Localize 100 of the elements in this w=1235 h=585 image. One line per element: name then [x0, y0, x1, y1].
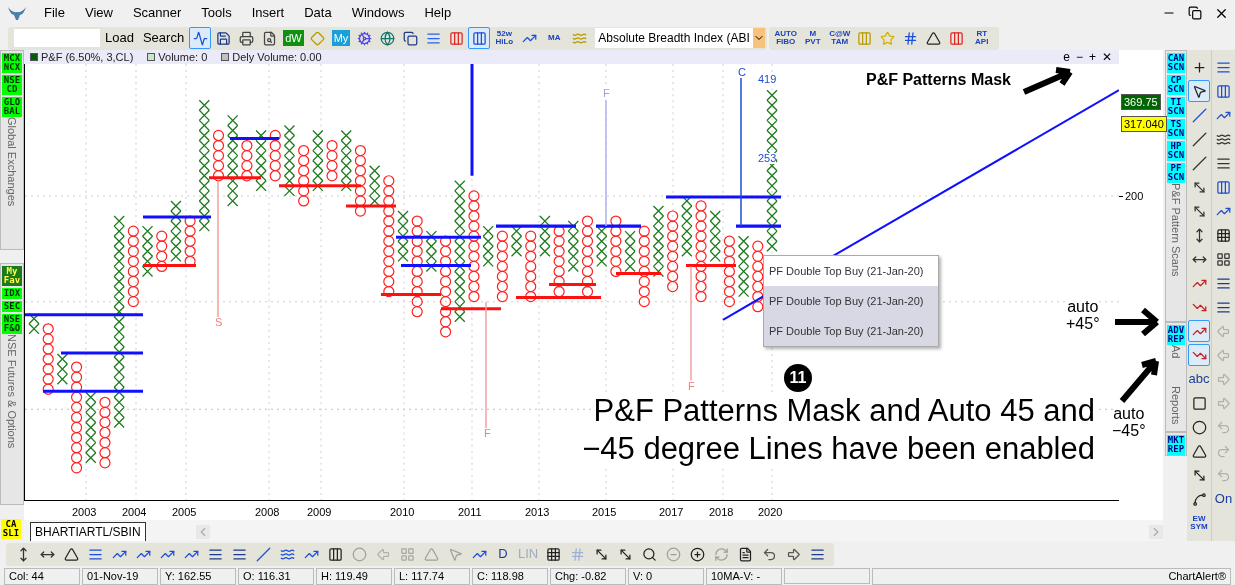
menu-item[interactable]: Data: [294, 3, 342, 23]
year-label: 2010: [390, 505, 415, 520]
scan-badge[interactable]: HP SCN: [1167, 141, 1185, 161]
tool-button[interactable]: EW SYM: [1186, 512, 1212, 534]
scan-badge[interactable]: TI SCN: [1167, 97, 1185, 117]
exchange-badge[interactable]: MCX NCX: [2, 53, 22, 73]
indicator-select[interactable]: Absolute Breadth Index (ABI: [595, 28, 765, 48]
legend-label: Dely Volume: 0.00: [232, 51, 322, 63]
exchange-badge[interactable]: IDX: [2, 288, 22, 299]
legend-label: P&F (6.50%, 3,CL): [41, 51, 134, 63]
bars-icon: [949, 30, 965, 46]
toolbar-button[interactable]: Search: [138, 28, 189, 48]
chart-mark: C: [738, 67, 746, 78]
gears-icon: [356, 30, 372, 46]
toolbar-button[interactable]: Load: [101, 28, 138, 48]
scan-badge[interactable]: CP SCN: [1167, 75, 1185, 95]
annotation-label: auto: [1067, 298, 1099, 315]
scan-badge[interactable]: TS SCN: [1167, 119, 1185, 139]
menu-item[interactable]: File: [34, 3, 75, 23]
chart-control[interactable]: e: [1062, 51, 1071, 63]
year-label: 2017: [659, 505, 684, 520]
dropdown-icon: [752, 28, 765, 48]
tool-button[interactable]: [1188, 80, 1210, 102]
symbol-field[interactable]: [14, 29, 100, 47]
chart-mark: F: [688, 381, 695, 392]
menu-item[interactable]: Help: [414, 3, 462, 23]
menu-item[interactable]: Insert: [241, 3, 295, 23]
panel-caption: Ad: [1169, 345, 1184, 359]
chart-control[interactable]: +: [1088, 51, 1097, 63]
scan-badge[interactable]: ADV REP: [1167, 325, 1185, 345]
caption-text: −45 degree Lines have been enabled: [582, 430, 1095, 468]
columns-icon: [1216, 83, 1231, 99]
popup-item[interactable]: PF Double Top Buy (21-Jan-20): [764, 286, 938, 316]
line-icon: [1191, 107, 1207, 123]
chart-control[interactable]: −: [1074, 51, 1084, 63]
arrow-icon: [593, 546, 609, 562]
back-arrow-icon: [761, 546, 777, 562]
price-badge: 369.75: [1121, 94, 1161, 110]
grid-icon: [1216, 251, 1231, 267]
exchange-badge[interactable]: CA SLI: [1, 519, 21, 539]
year-label: 2004: [122, 505, 147, 520]
chart-mark: 253: [758, 153, 777, 164]
tool-button[interactable]: AUTO FIBO: [772, 27, 799, 49]
diamond-icon: [310, 30, 326, 46]
tool-button[interactable]: 52w HiLo: [491, 27, 518, 49]
scan-badge[interactable]: CAN SCN: [1167, 53, 1185, 73]
scan-badge[interactable]: MKT REP: [1167, 435, 1185, 455]
status-field: H: 119.49: [316, 567, 392, 585]
exchange-badge[interactable]: SEC: [2, 301, 22, 312]
chart-mark: S: [215, 317, 223, 328]
menu-item[interactable]: Windows: [341, 3, 415, 23]
status-field: L: 117.74: [394, 567, 470, 585]
zoom-icon: [641, 546, 657, 562]
axis-label: 200: [1125, 189, 1144, 204]
tool-button[interactable]: abc: [1186, 368, 1212, 390]
hatch-icon: [569, 546, 585, 562]
menu-item[interactable]: Tools: [191, 3, 242, 23]
caption-text: P&F Patterns Mask and Auto 45 and: [593, 392, 1095, 430]
shift-arrow-icon: [1216, 443, 1231, 459]
line-icon: [255, 546, 271, 562]
chart-tab[interactable]: BHARTIARTL/SBIN: [30, 522, 146, 541]
menu-item[interactable]: View: [74, 3, 123, 23]
year-label: 2018: [709, 505, 734, 520]
year-label: 2009: [307, 505, 332, 520]
tool-button[interactable]: D: [492, 543, 514, 565]
tool-button[interactable]: MA: [541, 27, 568, 49]
menu-item[interactable]: Scanner: [122, 3, 192, 23]
legend-label: Volume: 0: [158, 51, 208, 63]
popup-item[interactable]: PF Double Top Buy (21-Jan-20): [764, 256, 938, 286]
restore-icon[interactable]: [1188, 6, 1202, 20]
panel-caption: NSE Futures & Options: [5, 334, 20, 449]
bars-icon: [471, 30, 487, 46]
tool-button[interactable]: RT API: [968, 27, 995, 49]
scan-badge[interactable]: PF SCN: [1167, 163, 1185, 183]
tool-button[interactable]: M PVT: [799, 27, 826, 49]
tool-button[interactable]: On: [1212, 488, 1235, 510]
lines-icon: [809, 546, 825, 562]
bars-icon: [448, 30, 464, 46]
arrow-icon: [1191, 467, 1207, 483]
arrow-drawing: [1118, 355, 1162, 405]
annotation-label: auto: [1113, 405, 1145, 422]
exchange-badge[interactable]: NSE F&O: [2, 314, 22, 334]
line-icon: [1191, 131, 1207, 147]
chart-control[interactable]: ✕: [1101, 51, 1113, 63]
year-label: 2005: [172, 505, 197, 520]
hatch-icon: [903, 30, 919, 46]
popup-item[interactable]: PF Double Top Buy (21-Jan-20): [764, 316, 938, 346]
exchange-badge[interactable]: My Fav: [2, 266, 22, 286]
ellipse-icon: [1191, 419, 1207, 435]
tool-button[interactable]: [468, 27, 491, 49]
lines-icon: [1216, 59, 1231, 75]
tool-button[interactable]: dW: [281, 27, 306, 49]
angle-icon: [63, 546, 79, 562]
tool-button[interactable]: [189, 27, 212, 49]
status-field: Col: 44: [4, 567, 80, 585]
tool-button[interactable]: C@W TAM: [826, 27, 853, 49]
chart-mark: F: [484, 428, 491, 439]
exchange-badge[interactable]: NSE CD: [2, 75, 22, 95]
panel-caption: Reports: [1169, 386, 1184, 425]
exchange-badge[interactable]: GLO BAL: [2, 97, 22, 117]
